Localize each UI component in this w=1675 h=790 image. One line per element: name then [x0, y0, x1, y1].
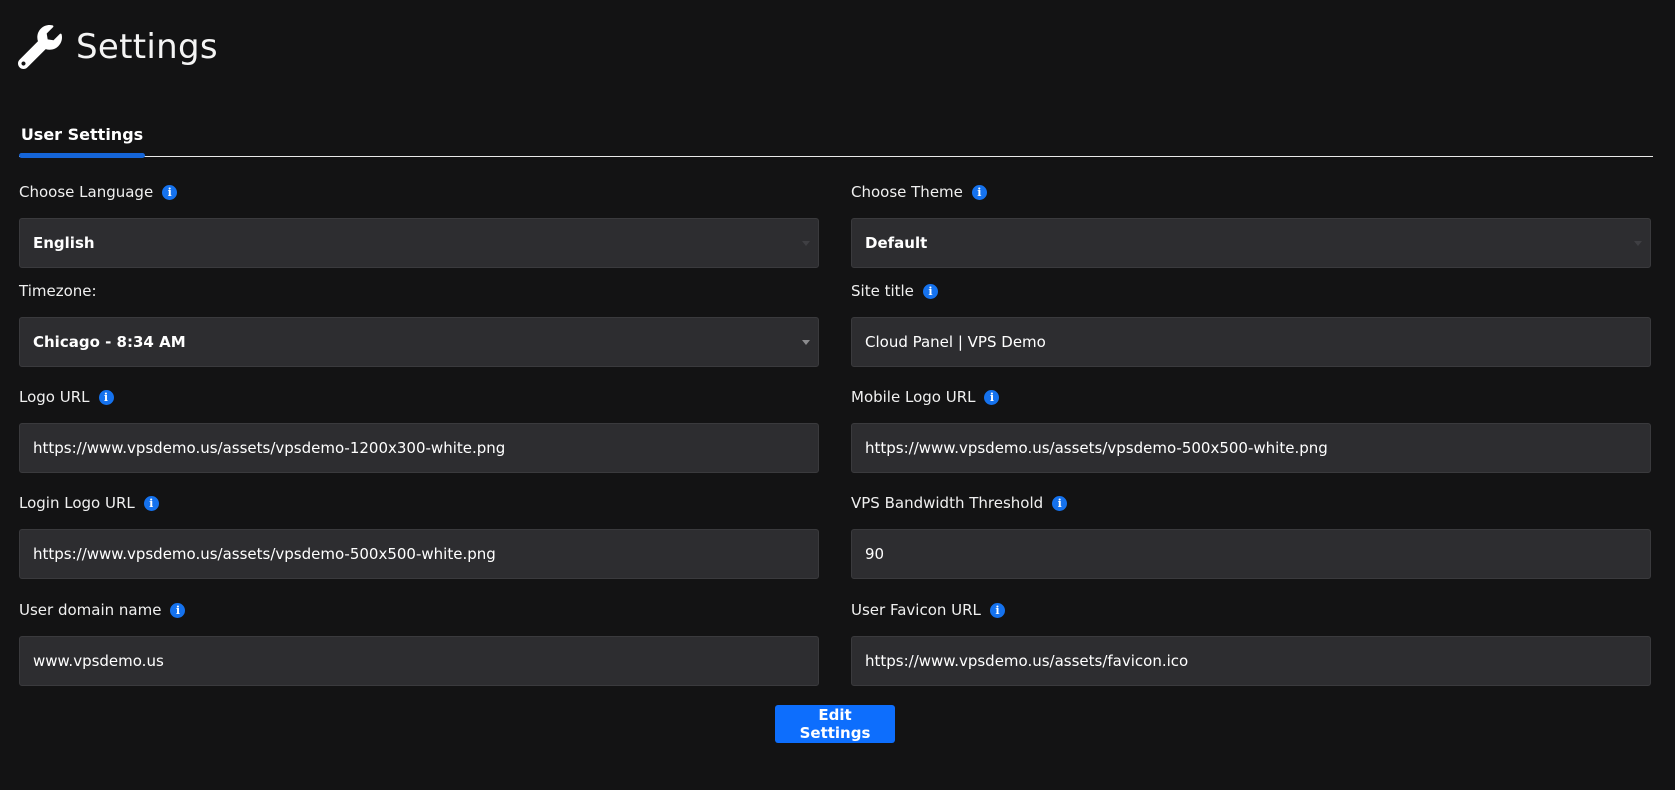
favicon-url-label: User Favicon URL — [851, 601, 981, 619]
info-icon[interactable]: i — [162, 184, 178, 200]
info-icon[interactable]: i — [922, 283, 938, 299]
timezone-label: Timezone: — [19, 282, 97, 300]
theme-value: Default — [865, 234, 928, 252]
bandwidth-threshold-field: VPS Bandwidth Threshold i 90 — [851, 491, 1651, 579]
chevron-down-icon — [802, 241, 810, 246]
favicon-url-input[interactable]: https://www.vpsdemo.us/assets/favicon.ic… — [851, 636, 1651, 686]
logo-url-value: https://www.vpsdemo.us/assets/vpsdemo-12… — [33, 439, 506, 457]
page-header: Settings — [18, 22, 218, 72]
login-logo-url-field: Login Logo URL i https://www.vpsdemo.us/… — [19, 491, 819, 579]
info-icon[interactable]: i — [989, 602, 1005, 618]
edit-settings-button[interactable]: Edit Settings — [775, 705, 895, 743]
favicon-url-value: https://www.vpsdemo.us/assets/favicon.ic… — [865, 652, 1189, 670]
mobile-logo-url-field: Mobile Logo URL i https://www.vpsdemo.us… — [851, 385, 1651, 473]
theme-label-row: Choose Theme i — [851, 180, 1651, 204]
info-icon[interactable]: i — [143, 495, 159, 511]
bandwidth-threshold-label-row: VPS Bandwidth Threshold i — [851, 491, 1651, 515]
mobile-logo-url-input[interactable]: https://www.vpsdemo.us/assets/vpsdemo-50… — [851, 423, 1651, 473]
timezone-field: Timezone: Chicago - 8:34 AM — [19, 279, 819, 367]
language-value: English — [33, 234, 95, 252]
mobile-logo-url-label: Mobile Logo URL — [851, 388, 976, 406]
tab-label: User Settings — [20, 125, 144, 144]
bandwidth-threshold-input[interactable]: 90 — [851, 529, 1651, 579]
bandwidth-threshold-value: 90 — [865, 545, 885, 563]
chevron-down-icon — [802, 340, 810, 345]
user-domain-input[interactable]: www.vpsdemo.us — [19, 636, 819, 686]
login-logo-url-value: https://www.vpsdemo.us/assets/vpsdemo-50… — [33, 545, 496, 563]
logo-url-label: Logo URL — [19, 388, 90, 406]
language-label: Choose Language — [19, 183, 154, 201]
login-logo-url-label-row: Login Logo URL i — [19, 491, 819, 515]
login-logo-url-label: Login Logo URL — [19, 494, 135, 512]
site-title-field: Site title i Cloud Panel | VPS Demo — [851, 279, 1651, 367]
language-select[interactable]: English — [19, 218, 819, 268]
tab-bar: User Settings — [19, 116, 1653, 158]
info-icon[interactable]: i — [971, 184, 987, 200]
wrench-icon — [18, 25, 62, 69]
active-tab-indicator — [19, 153, 145, 158]
logo-url-input[interactable]: https://www.vpsdemo.us/assets/vpsdemo-12… — [19, 423, 819, 473]
user-domain-field: User domain name i www.vpsdemo.us — [19, 598, 819, 686]
timezone-label-row: Timezone: — [19, 279, 819, 303]
info-icon[interactable]: i — [170, 602, 186, 618]
bandwidth-threshold-label: VPS Bandwidth Threshold — [851, 494, 1044, 512]
settings-page: Settings User Settings Choose Language i… — [0, 0, 1675, 790]
page-title: Settings — [76, 27, 218, 67]
theme-select[interactable]: Default — [851, 218, 1651, 268]
timezone-value: Chicago - 8:34 AM — [33, 333, 186, 351]
login-logo-url-input[interactable]: https://www.vpsdemo.us/assets/vpsdemo-50… — [19, 529, 819, 579]
site-title-label: Site title — [851, 282, 914, 300]
favicon-url-label-row: User Favicon URL i — [851, 598, 1651, 622]
site-title-label-row: Site title i — [851, 279, 1651, 303]
theme-label: Choose Theme — [851, 183, 963, 201]
user-domain-value: www.vpsdemo.us — [33, 652, 164, 670]
mobile-logo-url-value: https://www.vpsdemo.us/assets/vpsdemo-50… — [865, 439, 1328, 457]
user-domain-label: User domain name — [19, 601, 162, 619]
info-icon[interactable]: i — [1052, 495, 1068, 511]
timezone-select[interactable]: Chicago - 8:34 AM — [19, 317, 819, 367]
info-icon[interactable]: i — [98, 389, 114, 405]
favicon-url-field: User Favicon URL i https://www.vpsdemo.u… — [851, 598, 1651, 686]
theme-field: Choose Theme i Default — [851, 180, 1651, 268]
site-title-input[interactable]: Cloud Panel | VPS Demo — [851, 317, 1651, 367]
chevron-down-icon — [1634, 241, 1642, 246]
logo-url-label-row: Logo URL i — [19, 385, 819, 409]
user-domain-label-row: User domain name i — [19, 598, 819, 622]
mobile-logo-url-label-row: Mobile Logo URL i — [851, 385, 1651, 409]
language-field: Choose Language i English — [19, 180, 819, 268]
site-title-value: Cloud Panel | VPS Demo — [865, 333, 1046, 351]
logo-url-field: Logo URL i https://www.vpsdemo.us/assets… — [19, 385, 819, 473]
info-icon[interactable]: i — [984, 389, 1000, 405]
language-label-row: Choose Language i — [19, 180, 819, 204]
tab-user-settings[interactable]: User Settings — [19, 116, 145, 158]
